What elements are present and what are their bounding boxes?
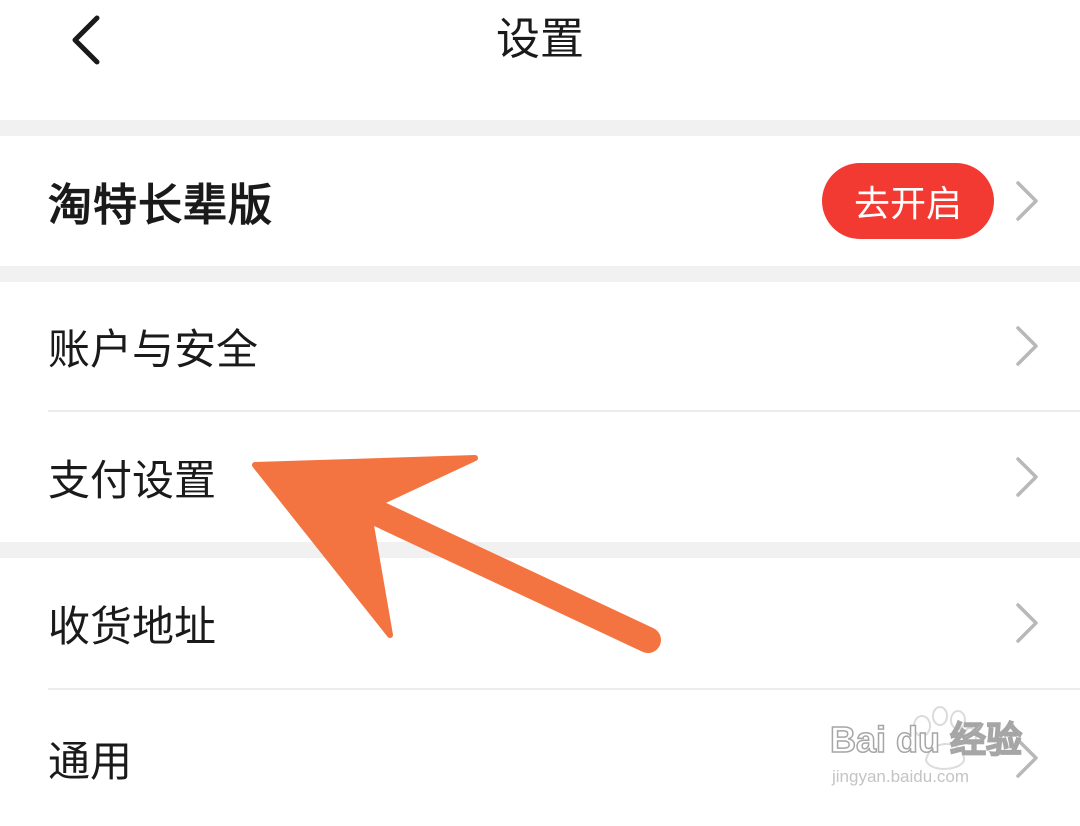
section-divider bbox=[0, 266, 1080, 282]
section-divider bbox=[0, 120, 1080, 136]
chevron-right-icon bbox=[1016, 326, 1038, 366]
enable-button[interactable]: 去开启 bbox=[822, 163, 994, 239]
shipping-address-label: 收货地址 bbox=[48, 601, 217, 651]
payment-settings-label: 支付设置 bbox=[48, 455, 217, 505]
payment-settings-row[interactable]: 支付设置 bbox=[0, 412, 1080, 542]
page-title: 设置 bbox=[496, 14, 584, 65]
top-bar: 设置 bbox=[0, 0, 1080, 120]
chevron-right-icon bbox=[1016, 457, 1038, 497]
section-divider bbox=[0, 542, 1080, 558]
account-security-row[interactable]: 账户与安全 bbox=[0, 282, 1080, 410]
chevron-right-icon bbox=[1016, 181, 1038, 221]
account-security-label: 账户与安全 bbox=[48, 324, 259, 374]
chevron-right-icon bbox=[1016, 738, 1038, 778]
chevron-right-icon bbox=[1016, 603, 1038, 643]
general-label: 通用 bbox=[48, 736, 133, 786]
elder-mode-label: 淘特长辈版 bbox=[48, 180, 273, 231]
shipping-address-row[interactable]: 收货地址 bbox=[0, 558, 1080, 688]
general-row[interactable]: 通用 bbox=[0, 690, 1080, 810]
